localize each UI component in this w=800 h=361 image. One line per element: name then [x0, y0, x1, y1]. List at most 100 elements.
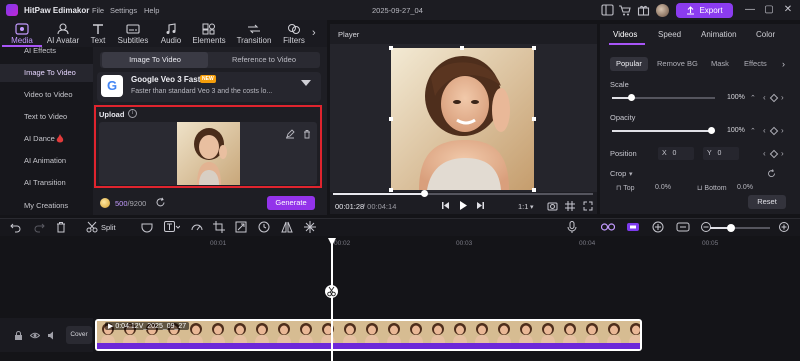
tool-filters[interactable]: Filters [279, 20, 309, 47]
resize-handle[interactable] [389, 117, 393, 121]
subtab-effects[interactable]: Effects [738, 57, 773, 71]
menu-file[interactable]: File [92, 6, 104, 15]
nav-ai-effects[interactable]: AI Effects [0, 42, 93, 60]
tab-animation[interactable]: Animation [701, 30, 737, 39]
magnet-icon[interactable] [626, 221, 640, 233]
resize-handle[interactable] [532, 46, 536, 50]
nav-image-to-video[interactable]: Image To Video [0, 64, 93, 82]
reset-button[interactable]: Reset [748, 195, 786, 209]
fullscreen-icon[interactable] [583, 201, 593, 211]
playhead[interactable] [331, 238, 333, 361]
nav-my-creations[interactable]: My Creations [0, 197, 93, 215]
keyframe-prev-icon[interactable]: ‹ [763, 93, 766, 102]
tab-videos[interactable]: Videos [613, 30, 637, 39]
opacity-slider-knob[interactable] [708, 127, 715, 134]
position-y-field[interactable]: Y 0 [703, 147, 739, 160]
split-label[interactable]: Split [101, 223, 116, 232]
export-button[interactable]: Export [676, 3, 733, 18]
window-layout-icon[interactable] [601, 4, 614, 16]
tab-reference-to-video[interactable]: Reference to Video [210, 52, 318, 68]
crop-chevron-icon[interactable]: ▾ [629, 170, 633, 178]
crop-top-field[interactable]: ⊓ Top [616, 184, 635, 192]
gift-icon[interactable] [637, 4, 650, 16]
playback-progress-knob[interactable] [421, 190, 428, 197]
toolbar-scroll-right-icon[interactable]: › [312, 27, 316, 39]
delete-icon[interactable] [302, 129, 312, 139]
tool-transition[interactable]: Transition [232, 20, 276, 47]
refresh-icon[interactable] [155, 197, 166, 208]
prev-frame-icon[interactable] [441, 201, 450, 210]
tool-audio[interactable]: Audio [154, 20, 188, 47]
menu-settings[interactable]: Settings [110, 6, 137, 15]
ratio-chevron-icon[interactable]: ▾ [530, 203, 534, 211]
tab-image-to-video[interactable]: Image To Video [102, 52, 208, 68]
keyframe-next-icon[interactable]: › [781, 126, 784, 135]
resize-handle[interactable] [532, 188, 536, 192]
track-lock-icon[interactable] [14, 331, 23, 340]
scale-stepper-icon[interactable]: ⌃ [750, 94, 756, 102]
preview-image[interactable] [391, 48, 534, 190]
delete-icon[interactable] [55, 221, 67, 233]
resize-handle[interactable] [389, 46, 393, 50]
scale-value[interactable]: 100% [727, 94, 745, 101]
speed-icon[interactable] [191, 221, 203, 233]
crop-bottom-value[interactable]: 0.0% [737, 184, 753, 191]
aspect-ratio-select[interactable]: 1:1 [518, 202, 528, 211]
keyframe-prev-icon[interactable]: ‹ [763, 149, 766, 158]
play-icon[interactable] [458, 200, 468, 211]
subtab-mask[interactable]: Mask [705, 57, 735, 71]
menu-help[interactable]: Help [144, 6, 159, 15]
resize-icon[interactable] [235, 221, 247, 233]
keyframe-next-icon[interactable]: › [781, 149, 784, 158]
position-x-field[interactable]: X 0 [658, 147, 694, 160]
tool-elements[interactable]: Elements [188, 20, 230, 47]
fit-timeline-icon[interactable] [676, 221, 690, 233]
tab-color[interactable]: Color [756, 30, 775, 39]
keyframe-prev-icon[interactable]: ‹ [763, 126, 766, 135]
zoom-in-icon[interactable] [779, 222, 791, 234]
maximize-icon[interactable]: ▢ [762, 3, 776, 17]
keyframe-next-icon[interactable]: › [781, 93, 784, 102]
minimize-icon[interactable]: — [743, 3, 757, 17]
generate-button[interactable]: Generate [267, 196, 315, 210]
snapshot-icon[interactable] [547, 201, 558, 211]
scale-slider-knob[interactable] [628, 94, 635, 101]
track-visibility-icon[interactable] [30, 331, 40, 340]
next-frame-icon[interactable] [476, 201, 485, 210]
nav-text-to-video[interactable]: Text to Video [0, 108, 93, 126]
nav-video-to-video[interactable]: Video to Video [0, 86, 93, 104]
mask-icon[interactable] [141, 221, 153, 233]
crop-top-value[interactable]: 0.0% [655, 184, 671, 191]
mirror-icon[interactable] [281, 221, 293, 233]
track-audio-icon[interactable] [47, 331, 57, 340]
grid-icon[interactable] [565, 201, 575, 211]
resize-handle[interactable] [532, 117, 536, 121]
scissors-icon[interactable] [86, 221, 98, 233]
subtab-remove-bg[interactable]: Remove BG [651, 57, 704, 71]
microphone-icon[interactable] [566, 221, 578, 233]
link-icon[interactable] [601, 221, 615, 233]
subtab-popular[interactable]: Popular [610, 57, 648, 71]
user-avatar[interactable] [656, 4, 669, 17]
opacity-stepper-icon[interactable]: ⌃ [750, 127, 756, 135]
subtab-scroll-right-icon[interactable]: › [782, 59, 785, 69]
nav-ai-transition[interactable]: AI Transition [0, 174, 93, 192]
split-marker[interactable] [325, 285, 338, 298]
cart-icon[interactable] [618, 4, 631, 16]
undo-icon[interactable] [10, 221, 22, 233]
text-tool-icon[interactable] [164, 221, 180, 233]
crop-bottom-field[interactable]: ⊔ Bottom [697, 184, 727, 192]
crop-reset-icon[interactable] [767, 169, 776, 178]
tool-subtitles[interactable]: Subtitles [112, 20, 154, 47]
nav-ai-animation[interactable]: AI Animation [0, 152, 93, 170]
timeline-zoom-knob[interactable] [727, 224, 735, 232]
crop-icon[interactable] [213, 221, 225, 233]
nav-ai-dance[interactable]: AI Dance [0, 130, 93, 148]
opacity-value[interactable]: 100% [727, 127, 745, 134]
close-icon[interactable]: ✕ [781, 3, 795, 17]
tab-speed[interactable]: Speed [658, 30, 681, 39]
reverse-icon[interactable] [258, 221, 270, 233]
resize-handle[interactable] [389, 188, 393, 192]
chevron-down-icon[interactable] [301, 80, 311, 86]
info-icon[interactable]: i [128, 109, 137, 118]
